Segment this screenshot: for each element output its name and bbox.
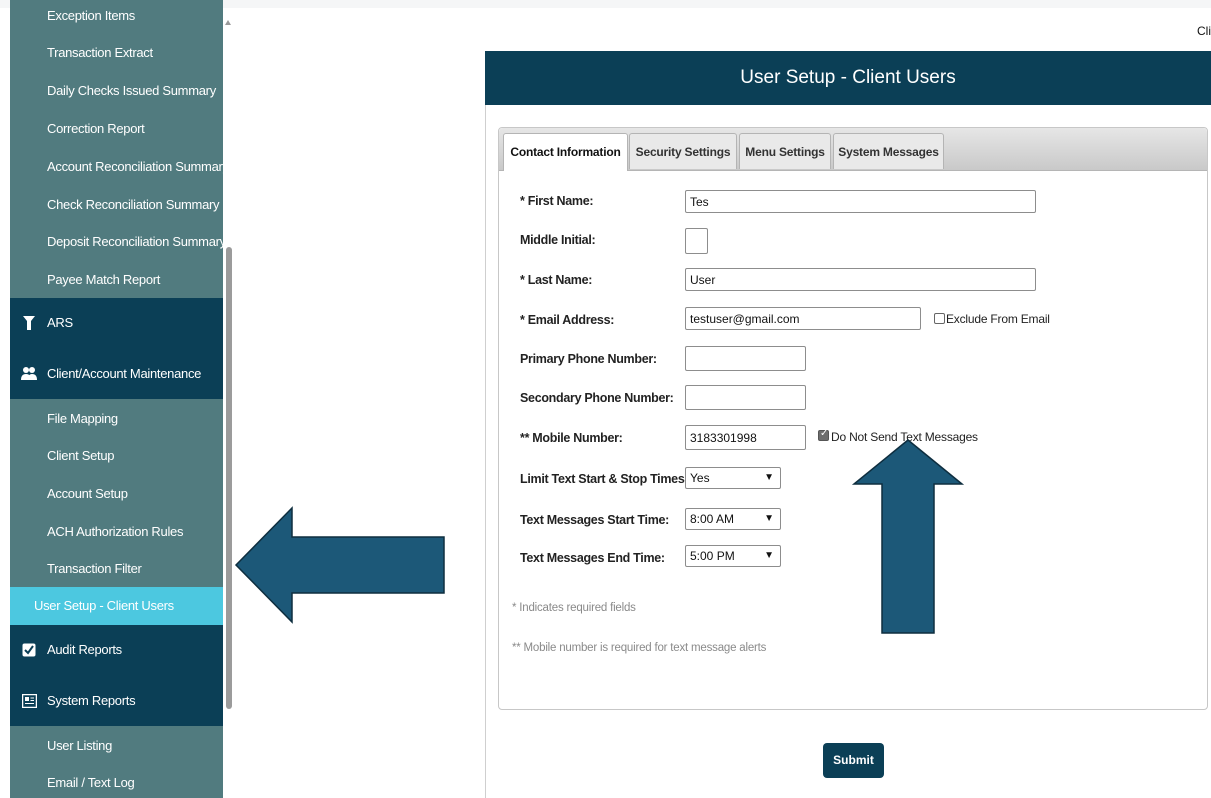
left-pointing-arrow [234, 506, 445, 624]
up-pointing-arrow [851, 439, 965, 634]
annotation-arrows [234, 439, 965, 634]
